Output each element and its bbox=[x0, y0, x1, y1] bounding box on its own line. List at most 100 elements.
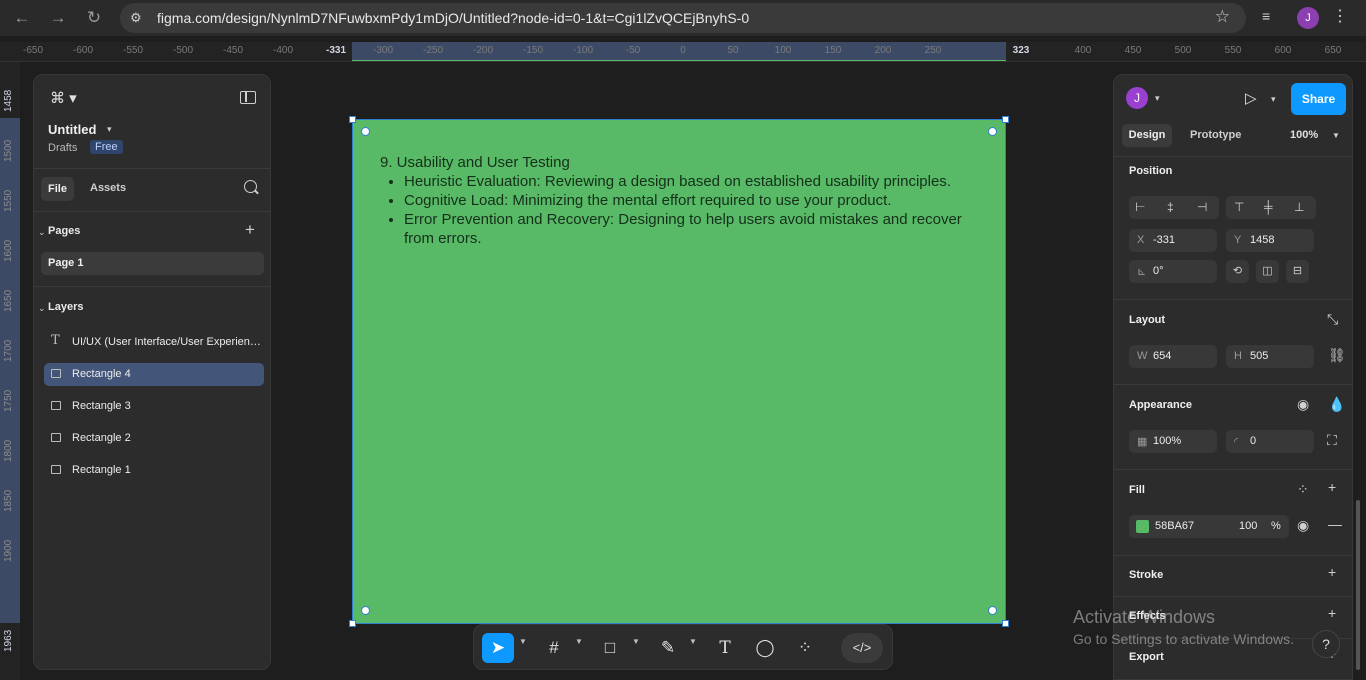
ruler-tick-label: 1900 bbox=[3, 539, 14, 562]
pen-tool-icon[interactable]: ✎ bbox=[654, 633, 682, 663]
add-effect-icon[interactable]: + bbox=[1328, 605, 1336, 621]
divider bbox=[1114, 469, 1352, 470]
add-stroke-icon[interactable]: + bbox=[1328, 564, 1336, 580]
forward-icon[interactable]: → bbox=[46, 6, 70, 30]
rotate-90-icon[interactable]: ⟲ bbox=[1226, 260, 1249, 283]
fill-color-swatch[interactable] bbox=[1136, 520, 1149, 533]
collapse-layout-icon[interactable]: ⤡ bbox=[1327, 311, 1338, 328]
back-icon[interactable]: ← bbox=[10, 6, 34, 30]
chevron-down-icon[interactable]: ▼ bbox=[1332, 131, 1340, 140]
frame-tool-icon[interactable]: # bbox=[540, 633, 568, 663]
help-button[interactable]: ? bbox=[1312, 630, 1340, 658]
layer-item-rectangle-3[interactable]: Rectangle 3 bbox=[44, 395, 264, 418]
align-center-horizontal-icon[interactable]: ‡ bbox=[1167, 200, 1174, 214]
move-tool-icon[interactable]: ➤ bbox=[482, 633, 514, 663]
visibility-eye-icon[interactable]: ◉ bbox=[1297, 396, 1309, 413]
address-bar[interactable]: ⚙ figma.com/design/NynlmD7NFuwbxmPdy1mDj… bbox=[120, 3, 1246, 33]
dev-mode-toggle-icon[interactable]: </> bbox=[841, 633, 883, 663]
reload-icon[interactable]: ↻ bbox=[82, 6, 106, 30]
file-name[interactable]: Untitled bbox=[48, 122, 96, 137]
height-field[interactable]: H 505 bbox=[1226, 345, 1314, 368]
layer-item-rectangle-2[interactable]: Rectangle 2 bbox=[44, 427, 264, 450]
align-top-icon[interactable]: ⊤ bbox=[1234, 200, 1244, 214]
chevron-down-icon[interactable]: ▼ bbox=[519, 637, 527, 646]
flip-vertical-icon[interactable]: ⊟ bbox=[1286, 260, 1309, 283]
remove-fill-icon[interactable]: — bbox=[1328, 516, 1342, 532]
search-icon[interactable] bbox=[244, 180, 257, 193]
resize-handle[interactable] bbox=[1002, 116, 1009, 123]
media-control-icon[interactable]: ≡ bbox=[1262, 8, 1270, 24]
width-field[interactable]: W 654 bbox=[1129, 345, 1217, 368]
align-right-icon[interactable]: ⊣ bbox=[1197, 200, 1207, 214]
chevron-down-icon[interactable]: ▾ bbox=[107, 124, 112, 135]
browser-profile-avatar[interactable]: J bbox=[1297, 7, 1319, 29]
align-middle-vertical-icon[interactable]: ╪ bbox=[1264, 200, 1273, 214]
bookmark-star-icon[interactable]: ☆ bbox=[1215, 7, 1230, 27]
layers-section-title: Layers bbox=[48, 301, 84, 313]
layer-item-text[interactable]: T UI/UX (User Interface/User Experience) bbox=[44, 331, 264, 354]
layer-item-rectangle-4[interactable]: Rectangle 4 bbox=[44, 363, 264, 386]
panel-scrollbar[interactable] bbox=[1356, 500, 1360, 670]
file-location[interactable]: Drafts bbox=[48, 142, 77, 154]
styles-grid-icon[interactable]: ⁘ bbox=[1297, 481, 1309, 498]
comment-tool-icon[interactable]: ◯ bbox=[751, 633, 779, 663]
align-left-icon[interactable]: ⊢ bbox=[1135, 200, 1145, 214]
chevron-down-icon[interactable]: ⌄ bbox=[38, 227, 46, 238]
blend-mode-icon[interactable]: 💧 bbox=[1328, 396, 1345, 413]
chevron-down-icon[interactable]: ▼ bbox=[632, 637, 640, 646]
rectangle-layer-icon bbox=[51, 401, 61, 410]
ruler-tick-label: 0 bbox=[680, 45, 686, 56]
add-page-icon[interactable]: + bbox=[245, 220, 255, 240]
layer-item-rectangle-1[interactable]: Rectangle 1 bbox=[44, 459, 264, 482]
canvas-text-block[interactable]: 9. Usability and User Testing Heuristic … bbox=[380, 153, 980, 248]
present-play-icon[interactable]: ▷ bbox=[1245, 89, 1257, 107]
corner-radius-handle[interactable] bbox=[361, 127, 370, 136]
resize-handle[interactable] bbox=[349, 620, 356, 627]
share-button[interactable]: Share bbox=[1291, 83, 1346, 115]
tab-prototype[interactable]: Prototype bbox=[1190, 129, 1241, 141]
tab-assets[interactable]: Assets bbox=[90, 182, 126, 194]
chevron-down-icon[interactable]: ▼ bbox=[575, 637, 583, 646]
site-settings-icon[interactable]: ⚙ bbox=[130, 10, 142, 26]
constrain-proportions-icon[interactable]: ⛓ bbox=[1328, 347, 1346, 364]
align-bottom-icon[interactable]: ⊥ bbox=[1294, 200, 1304, 214]
rectangle-tool-icon[interactable]: □ bbox=[596, 633, 624, 663]
canvas-bullet-list: Heuristic Evaluation: Reviewing a design… bbox=[404, 172, 980, 248]
canvas-rectangle-4[interactable]: 9. Usability and User Testing Heuristic … bbox=[349, 116, 1009, 627]
y-position-field[interactable]: Y 1458 bbox=[1226, 229, 1314, 252]
page-item[interactable]: Page 1 bbox=[41, 252, 264, 275]
resize-handle[interactable] bbox=[349, 116, 356, 123]
actions-tool-icon[interactable]: ⁘ bbox=[791, 633, 819, 663]
opacity-field[interactable]: ▦ 100% bbox=[1129, 430, 1217, 453]
height-label: H bbox=[1234, 350, 1242, 362]
chevron-down-icon[interactable]: ▼ bbox=[689, 637, 697, 646]
zoom-level[interactable]: 100% bbox=[1290, 129, 1318, 141]
figma-menu-icon[interactable]: ⌘ ▾ bbox=[50, 89, 77, 107]
corner-radius-handle[interactable] bbox=[361, 606, 370, 615]
tab-design[interactable]: Design bbox=[1122, 124, 1172, 147]
rotation-field[interactable]: ⊾ 0° bbox=[1129, 260, 1217, 283]
canvas-bullet: Error Prevention and Recovery: Designing… bbox=[404, 210, 980, 248]
browser-menu-icon[interactable]: ⋮ bbox=[1332, 6, 1348, 26]
corner-radius-handle[interactable] bbox=[988, 606, 997, 615]
tab-file[interactable]: File bbox=[41, 177, 74, 201]
fill-opacity-unit: % bbox=[1271, 520, 1281, 532]
rotation-value: 0° bbox=[1153, 265, 1164, 277]
fill-color-field[interactable]: 58BA67 100 % bbox=[1129, 515, 1289, 538]
sidebar-toggle-icon[interactable] bbox=[240, 91, 256, 104]
url-text[interactable]: figma.com/design/NynlmD7NFuwbxmPdy1mDjO/… bbox=[157, 10, 749, 26]
chevron-down-icon[interactable]: ▾ bbox=[1271, 94, 1276, 105]
ruler-tick-label: 600 bbox=[1274, 45, 1292, 56]
independent-corners-icon[interactable]: ⛶ bbox=[1327, 432, 1337, 449]
corner-radius-field[interactable]: ◜ 0 bbox=[1226, 430, 1314, 453]
chevron-down-icon[interactable]: ▾ bbox=[1155, 93, 1160, 104]
x-position-field[interactable]: X -331 bbox=[1129, 229, 1217, 252]
user-avatar[interactable]: J bbox=[1126, 87, 1148, 109]
flip-horizontal-icon[interactable]: ◫ bbox=[1256, 260, 1279, 283]
fill-visibility-eye-icon[interactable]: ◉ bbox=[1297, 517, 1309, 534]
text-tool-icon[interactable]: T bbox=[711, 633, 739, 663]
chevron-down-icon[interactable]: ⌄ bbox=[38, 303, 46, 314]
resize-handle[interactable] bbox=[1002, 620, 1009, 627]
corner-radius-handle[interactable] bbox=[988, 127, 997, 136]
add-fill-icon[interactable]: + bbox=[1328, 479, 1336, 495]
